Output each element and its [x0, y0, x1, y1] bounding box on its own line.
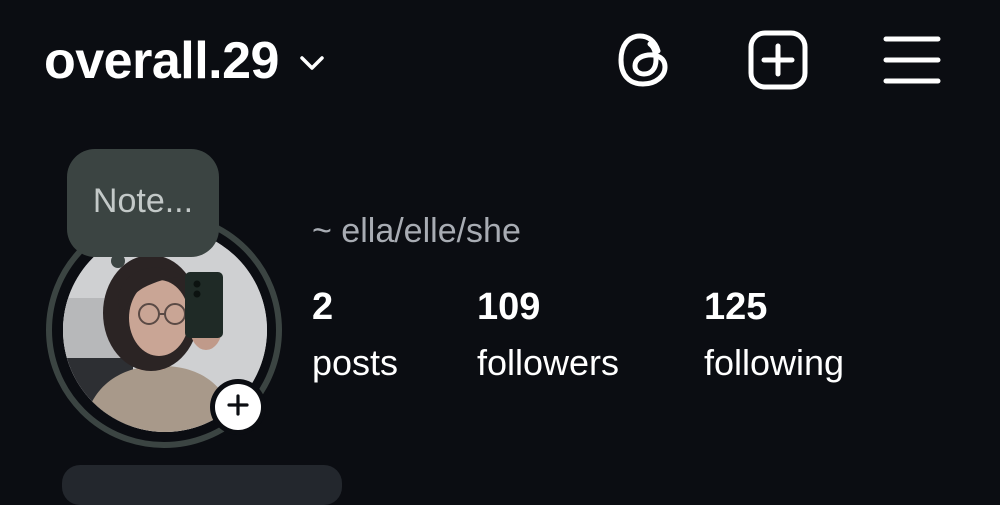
- profile-username: overall.29: [44, 32, 279, 90]
- create-post-button[interactable]: [746, 30, 810, 94]
- following-count-value: 125: [704, 286, 768, 328]
- note-bubble-tail: [111, 254, 125, 268]
- menu-button[interactable]: [880, 30, 944, 94]
- add-story-button[interactable]: [210, 379, 266, 435]
- threads-button[interactable]: [612, 30, 676, 94]
- plus-square-icon: [747, 29, 809, 96]
- following-count-label: following: [704, 342, 845, 383]
- followers-count[interactable]: 109 followers: [477, 283, 619, 386]
- followers-count-label: followers: [477, 342, 620, 383]
- threads-icon: [615, 29, 673, 96]
- note-bubble[interactable]: Note...: [67, 149, 219, 257]
- account-switcher[interactable]: overall.29: [44, 26, 327, 96]
- profile-pronouns: ~ ella/elle/she: [312, 212, 521, 250]
- posts-count-label: posts: [312, 342, 399, 383]
- plus-icon: [226, 393, 250, 422]
- followers-count-value: 109: [477, 286, 541, 328]
- hamburger-menu-icon: [882, 33, 942, 92]
- posts-count[interactable]: 2 posts: [312, 283, 398, 386]
- note-placeholder: Note...: [92, 181, 194, 220]
- chevron-down-icon: [297, 48, 327, 78]
- following-count[interactable]: 125 following: [704, 283, 844, 386]
- bio-section-partial: [62, 465, 342, 505]
- posts-count-value: 2: [312, 286, 334, 328]
